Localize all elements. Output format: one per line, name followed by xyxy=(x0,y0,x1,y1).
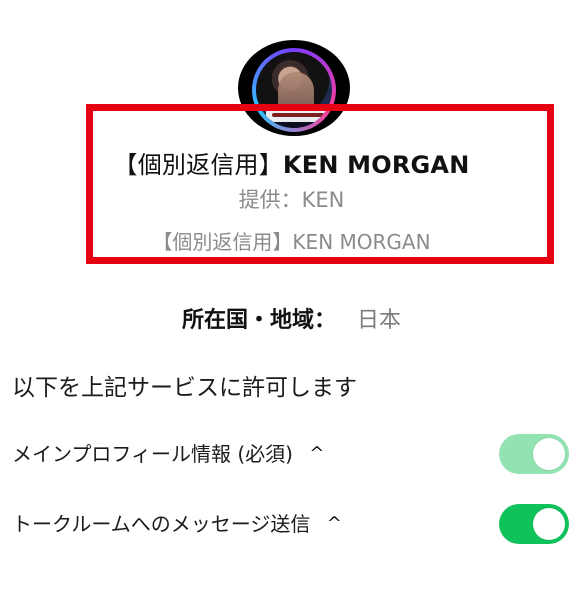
service-title: 【個別返信用】KEN MORGAN xyxy=(0,145,583,180)
service-title-name: KEN MORGAN xyxy=(282,151,470,179)
permission-label-text: トークルームへのメッセージ送信 xyxy=(12,512,311,536)
main-profile-toggle xyxy=(499,434,569,474)
permission-row-message-send: トークルームへのメッセージ送信 ^ xyxy=(0,500,583,544)
region-row: 所在国・地域： 日本 xyxy=(0,302,583,334)
permission-label-message-send[interactable]: トークルームへのメッセージ送信 ^ xyxy=(12,508,342,537)
region-value: 日本 xyxy=(357,308,402,333)
permission-label-text: メインプロフィール情報 (必須) xyxy=(12,442,293,466)
chevron-up-icon[interactable]: ^ xyxy=(327,513,342,534)
service-subtitle: 【個別返信用】KEN MORGAN xyxy=(152,230,431,254)
permission-label-main-profile[interactable]: メインプロフィール情報 (必須) ^ xyxy=(12,438,324,467)
message-send-toggle[interactable] xyxy=(499,504,569,544)
permissions-heading: 以下を上記サービスに許可します xyxy=(12,375,357,401)
toggle-knob xyxy=(533,508,565,540)
region-label: 所在国・地域： xyxy=(181,308,336,333)
chevron-up-icon[interactable]: ^ xyxy=(309,443,324,464)
toggle-knob xyxy=(533,438,565,470)
service-title-prefix: 【個別返信用】 xyxy=(113,151,283,179)
permission-row-main-profile: メインプロフィール情報 (必須) ^ xyxy=(0,430,583,474)
provider-text: 提供：KEN xyxy=(238,188,345,212)
